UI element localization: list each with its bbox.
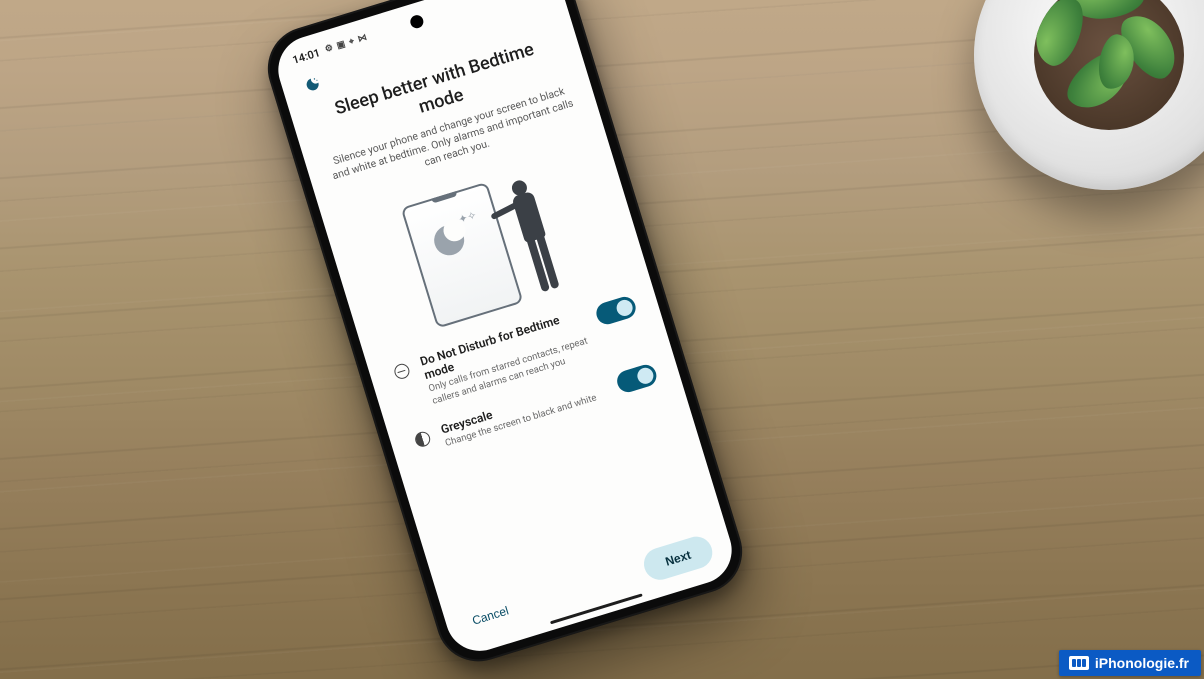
toggle-dnd[interactable] bbox=[594, 294, 639, 327]
cancel-button[interactable]: Cancel bbox=[462, 594, 518, 637]
contrast-icon bbox=[411, 429, 433, 451]
next-button[interactable]: Next bbox=[640, 533, 716, 584]
watermark-text: iPhonologie.fr bbox=[1095, 655, 1189, 671]
plant-pot bbox=[974, 0, 1204, 190]
dnd-icon bbox=[390, 360, 412, 382]
toggle-greyscale[interactable] bbox=[614, 362, 659, 395]
watermark-logo-icon bbox=[1069, 656, 1089, 670]
status-time: 14:01 bbox=[291, 46, 322, 67]
phone-frame: 14:01 ⚙ ▣ ⌖ ⋈ ✦ Sleep better bbox=[257, 0, 752, 672]
watermark: iPhonologie.fr bbox=[1059, 650, 1201, 676]
phone-screen: 14:01 ⚙ ▣ ⌖ ⋈ ✦ Sleep better bbox=[270, 0, 740, 659]
